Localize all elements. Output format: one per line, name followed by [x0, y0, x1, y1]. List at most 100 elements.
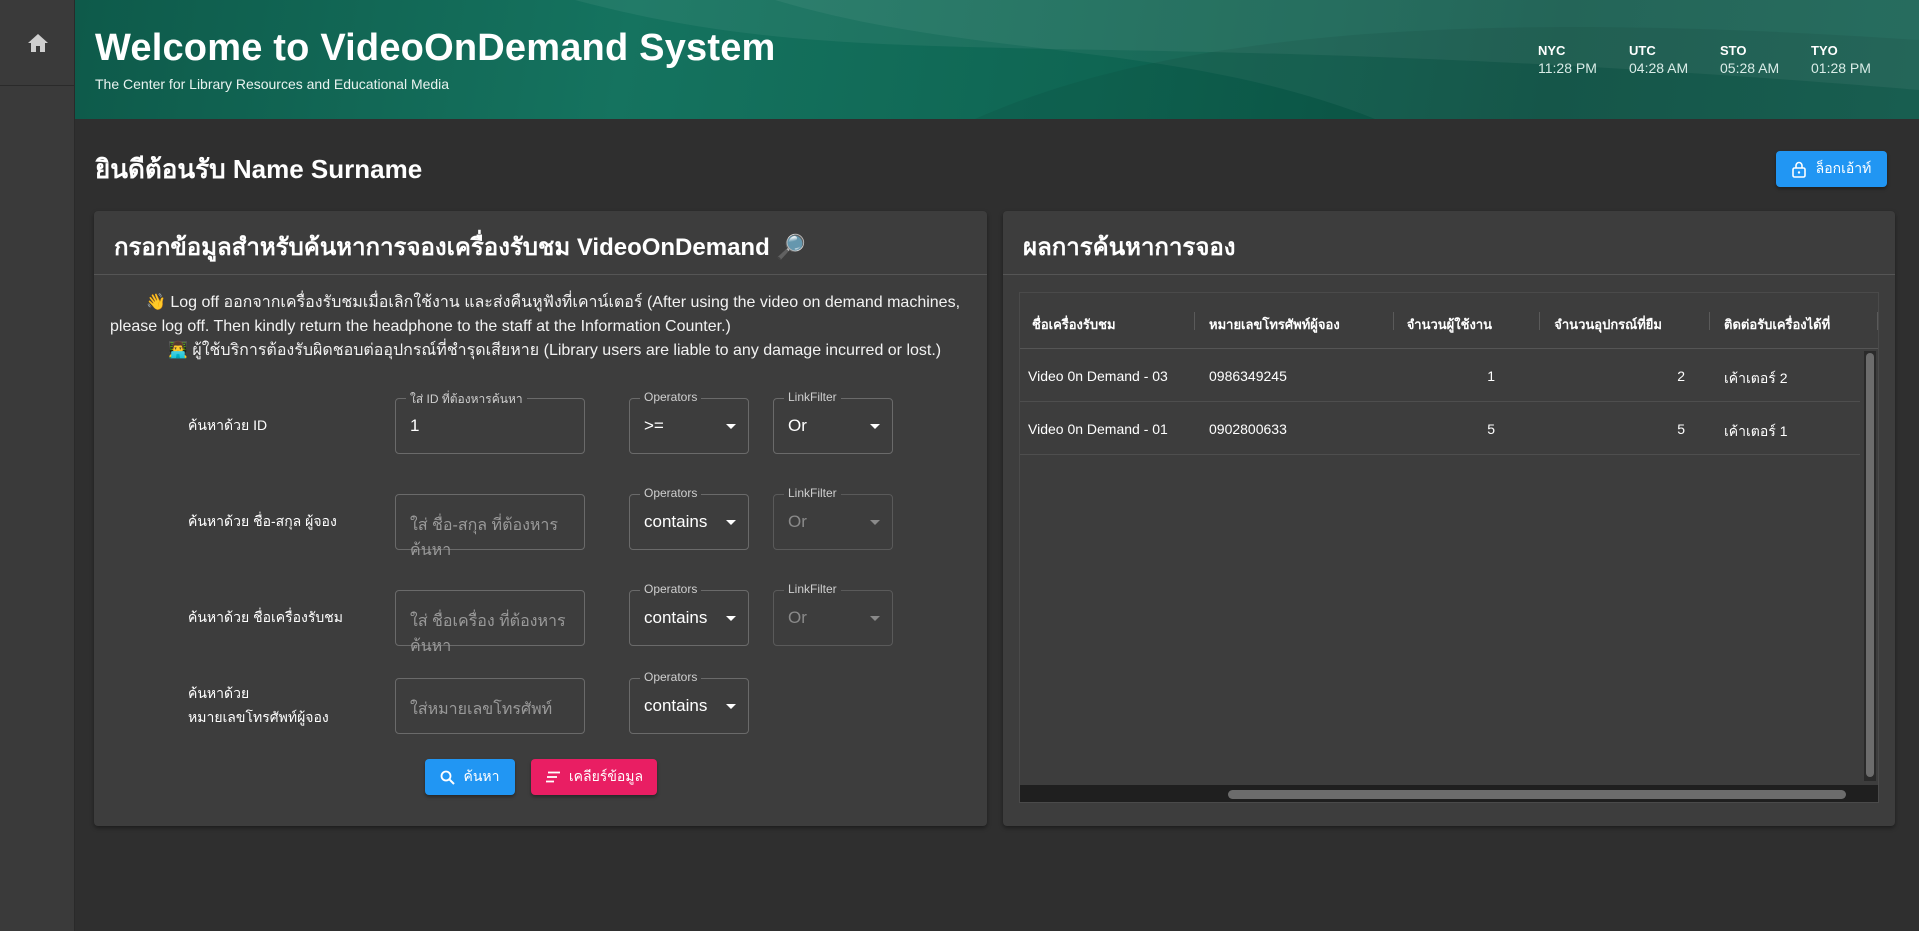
clock-city: TYO [1811, 43, 1838, 58]
cell-phone: 0902800633 [1209, 421, 1287, 437]
clock-time: 05:28 AM [1720, 60, 1780, 76]
search-button-label: ค้นหา [463, 768, 500, 784]
logout-button[interactable]: ล็อกเอ้าท์ [1776, 151, 1887, 187]
search-button[interactable]: ค้นหา [425, 759, 515, 795]
page-subtitle: The Center for Library Resources and Edu… [95, 76, 450, 92]
field-legend: LinkFilter [784, 582, 841, 596]
page-title: Welcome to VideoOnDemand System [95, 27, 776, 69]
home-button[interactable] [0, 0, 75, 86]
clock-city: STO [1720, 43, 1747, 58]
column-separator[interactable] [1877, 312, 1878, 330]
cell-machine: Video 0n Demand - 03 [1028, 368, 1168, 384]
search-card-title: กรอกข้อมูลสำหรับค้นหาการจองเครื่องรับชม … [114, 234, 807, 261]
id-search-input[interactable]: ใส่ ID ที่ต้องหารค้นหา 1 [395, 390, 585, 454]
lock-icon [1791, 161, 1806, 178]
chevron-down-icon [726, 704, 736, 709]
machine-linkfilter-select: LinkFilter Or [773, 582, 893, 646]
id-linkfilter-select[interactable]: LinkFilter Or [773, 390, 893, 454]
field-value: contains [644, 512, 708, 531]
clear-button-label: เคลียร์ข้อมูล [568, 768, 644, 784]
search-by-id-label: ค้นหาด้วย ID [188, 417, 268, 433]
results-table: ชื่อเครื่องรับชม หมายเลขโทรศัพท์ผู้จอง จ… [1019, 292, 1879, 803]
home-icon [27, 33, 48, 52]
logoff-notice: 👋 Log off ออกจากเครื่องรับชมเมื่อเลิกใช้… [110, 294, 961, 335]
chevron-down-icon [726, 520, 736, 525]
clock-sto: STO 05:28 AM [1720, 43, 1800, 76]
search-by-machine-label: ค้นหาด้วย ชื่อเครื่องรับชม [188, 609, 344, 625]
search-form-card: กรอกข้อมูลสำหรับค้นหาการจองเครื่องรับชม … [94, 211, 987, 826]
machine-operator-select[interactable]: Operators contains [629, 582, 749, 646]
search-icon [441, 770, 456, 785]
horizontal-scrollbar[interactable] [1020, 785, 1878, 802]
results-card-title: ผลการค้นหาการจอง [1023, 234, 1236, 261]
column-separator[interactable] [1539, 312, 1540, 330]
column-header-users[interactable]: จำนวนผู้ใช้งาน [1407, 314, 1492, 335]
column-header-devices[interactable]: จำนวนอุปกรณ์ที่ยืม [1554, 314, 1662, 335]
machine-search-input[interactable]: ใส่ ชื่อเครื่อง ที่ต้องหารค้นหา [395, 590, 585, 655]
field-legend: ใส่ ID ที่ต้องหารค้นหา [406, 390, 527, 409]
field-legend: LinkFilter [784, 390, 841, 404]
search-by-name-label: ค้นหาด้วย ชื่อ-สกุล ผู้จอง [188, 513, 337, 529]
column-header-machine[interactable]: ชื่อเครื่องรับชม [1032, 314, 1116, 335]
search-by-phone-label-line1: ค้นหาด้วย [188, 685, 250, 701]
chevron-down-icon [870, 520, 880, 525]
field-legend: Operators [640, 670, 702, 684]
clock-tyo: TYO 01:28 PM [1811, 43, 1891, 76]
cell-devices: 5 [1677, 421, 1685, 437]
chevron-down-icon [870, 424, 880, 429]
field-placeholder: ใส่หมายเลขโทรศัพท์ [410, 701, 553, 718]
clock-time: 04:28 AM [1629, 60, 1689, 76]
field-value: >= [644, 416, 664, 435]
chevron-down-icon [726, 616, 736, 621]
table-header: ชื่อเครื่องรับชม หมายเลขโทรศัพท์ผู้จอง จ… [1020, 293, 1878, 349]
clock-city: UTC [1629, 43, 1656, 58]
field-value: Or [788, 608, 807, 627]
column-separator[interactable] [1393, 312, 1394, 330]
cell-users: 1 [1487, 368, 1495, 384]
field-value: contains [644, 608, 708, 627]
table-row[interactable]: Video 0n Demand - 01 0902800633 5 5 เค้า… [1020, 403, 1860, 455]
clock-time: 11:28 PM [1538, 60, 1597, 76]
logout-label: ล็อกเอ้าท์ [1815, 160, 1872, 176]
name-operator-select[interactable]: Operators contains [629, 486, 749, 550]
field-value: 1 [410, 416, 420, 435]
column-separator[interactable] [1709, 312, 1710, 330]
sidebar [0, 0, 75, 931]
search-by-phone-label-line2: หมายเลขโทรศัพท์ผู้จอง [188, 709, 329, 725]
cell-phone: 0986349245 [1209, 368, 1287, 384]
phone-operator-select[interactable]: Operators contains [629, 670, 749, 734]
vertical-scrollbar[interactable] [1864, 351, 1876, 781]
phone-search-input[interactable]: ใส่หมายเลขโทรศัพท์ [395, 678, 585, 734]
field-legend: Operators [640, 390, 702, 404]
id-operator-select[interactable]: Operators >= [629, 390, 749, 454]
liability-notice: 👨‍💻 ผู้ใช้บริการต้องรับผิดชอบต่ออุปกรณ์ท… [168, 342, 942, 359]
field-legend: LinkFilter [784, 486, 841, 500]
clock-nyc: NYC 11:28 PM [1538, 43, 1618, 76]
welcome-heading: ยินดีต้อนรับ Name Surname [95, 154, 423, 184]
field-value: contains [644, 696, 708, 715]
cell-machine: Video 0n Demand - 01 [1028, 421, 1168, 437]
column-header-phone[interactable]: หมายเลขโทรศัพท์ผู้จอง [1209, 314, 1340, 335]
column-separator[interactable] [1194, 312, 1195, 330]
field-placeholder: ใส่ ชื่อ-สกุล ที่ต้องหารค้นหา [410, 517, 559, 559]
cell-users: 5 [1487, 421, 1495, 437]
cell-devices: 2 [1677, 368, 1685, 384]
clock-city: NYC [1538, 43, 1566, 58]
card-divider [94, 274, 987, 275]
horizontal-scrollbar-thumb[interactable] [1228, 790, 1846, 799]
name-search-input[interactable]: ใส่ ชื่อ-สกุล ที่ต้องหารค้นหา [395, 494, 585, 559]
clock-utc: UTC 04:28 AM [1629, 43, 1709, 76]
field-legend: Operators [640, 582, 702, 596]
chevron-down-icon [870, 616, 880, 621]
field-legend: Operators [640, 486, 702, 500]
column-header-counter[interactable]: ติดต่อรับเครื่องได้ที่ [1724, 314, 1830, 335]
cell-counter: เค้าเตอร์ 1 [1724, 423, 1788, 439]
vertical-scrollbar-thumb[interactable] [1866, 353, 1874, 777]
clear-icon [545, 771, 560, 783]
header-banner: Welcome to VideoOnDemand System The Cent… [75, 0, 1919, 119]
field-value: Or [788, 512, 807, 531]
cell-counter: เค้าเตอร์ 2 [1724, 370, 1788, 386]
table-row[interactable]: Video 0n Demand - 03 0986349245 1 2 เค้า… [1020, 350, 1860, 402]
clear-button[interactable]: เคลียร์ข้อมูล [531, 759, 657, 795]
chevron-down-icon [726, 424, 736, 429]
